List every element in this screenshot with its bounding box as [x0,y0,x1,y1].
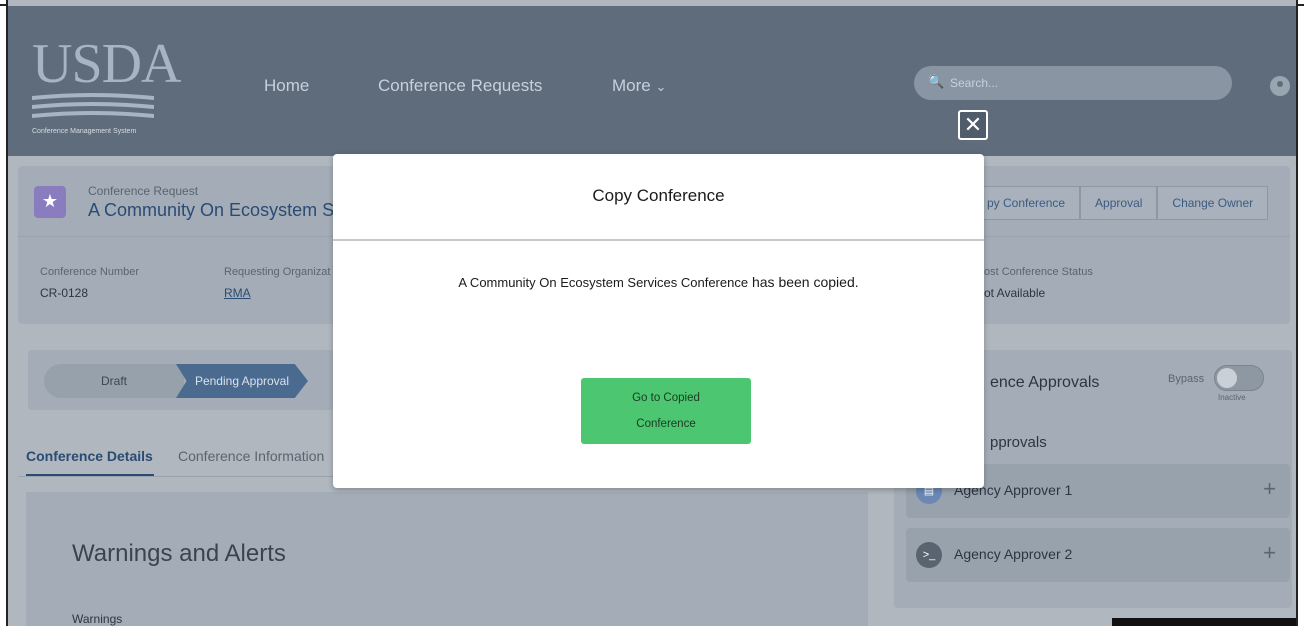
search-icon: 🔍 [928,74,945,89]
button-label-line-1: Go to Copied [632,392,700,404]
app-frame: USDA Conference Management System Home C… [6,0,1298,626]
record-object-label: Conference Request [88,184,199,198]
nav-conference-requests[interactable]: Conference Requests [378,76,542,96]
bottom-right-dark-block [1112,618,1296,626]
requesting-organization-label: Requesting Organizat [224,266,331,278]
modal-header: Copy Conference [333,154,984,241]
logo-text: USDA [32,33,181,95]
bypass-toggle[interactable] [1214,365,1264,391]
usda-logo[interactable]: USDA Conference Management System [32,36,182,136]
approver-terminal-icon: >_ [916,542,942,568]
nav-home[interactable]: Home [264,76,309,96]
copy-conference-modal: Copy Conference A Community On Ecosystem… [333,154,984,488]
tab-conference-details[interactable]: Conference Details [26,448,153,464]
modal-close-button[interactable]: ✕ [958,110,988,140]
go-to-copied-conference-button[interactable]: Go to Copied Conference [581,378,751,444]
tab-conference-information[interactable]: Conference Information [178,448,324,464]
path-step-draft[interactable]: Draft [44,364,184,398]
modal-message: A Community On Ecosystem Services Confer… [333,274,984,290]
record-title: A Community On Ecosystem Serv [88,200,360,220]
approver-name: Agency Approver 2 [954,546,1073,562]
approval-button[interactable]: Approval [1080,186,1158,220]
logo-stripes-icon [32,93,154,118]
change-owner-button[interactable]: Change Owner [1157,186,1269,220]
post-conference-status-value: ot Available [984,286,1046,300]
user-avatar[interactable] [1270,76,1290,96]
bypass-label: Bypass [1168,373,1205,385]
nav-more-label: More [612,76,651,95]
search-input[interactable]: 🔍 Search... [914,66,1232,100]
conference-number-value: CR-0128 [40,286,89,300]
conference-number-label: Conference Number [40,266,140,278]
copy-conference-button[interactable]: py Conference [972,186,1081,220]
requesting-organization-link[interactable]: RMA [224,286,251,300]
expand-plus-icon[interactable]: + [1263,476,1276,502]
path-step-pending-approval[interactable]: Pending Approval [176,364,308,398]
post-conference-status-label: ost Conference Status [984,266,1093,278]
bypass-state: Inactive [1218,393,1246,402]
record-action-buttons: py Conference Approval Change Owner [972,186,1269,220]
approvals-title: ence Approvals [990,374,1100,391]
expand-plus-icon[interactable]: + [1263,540,1276,566]
active-tab-indicator [26,474,154,476]
approvals-list-label: pprovals [990,434,1047,451]
chevron-down-icon: ⌄ [655,79,667,94]
toggle-knob [1217,368,1237,388]
warnings-subheading: Warnings [72,612,123,626]
nav-more[interactable]: More ⌄ [612,76,666,96]
copied-conference-name: A Community On Ecosystem Services Confer… [458,275,749,290]
button-label-line-2: Conference [636,418,696,430]
copied-message-suffix: has been copied. [748,274,859,290]
modal-title: Copy Conference [592,186,725,205]
warnings-heading: Warnings and Alerts [72,540,286,567]
search-placeholder: Search... [950,76,999,90]
approver-item-2[interactable]: >_ Agency Approver 2 + [906,528,1290,582]
star-icon: ★ [34,186,66,218]
global-header: USDA Conference Management System Home C… [8,6,1296,156]
logo-subtitle: Conference Management System [32,128,137,135]
